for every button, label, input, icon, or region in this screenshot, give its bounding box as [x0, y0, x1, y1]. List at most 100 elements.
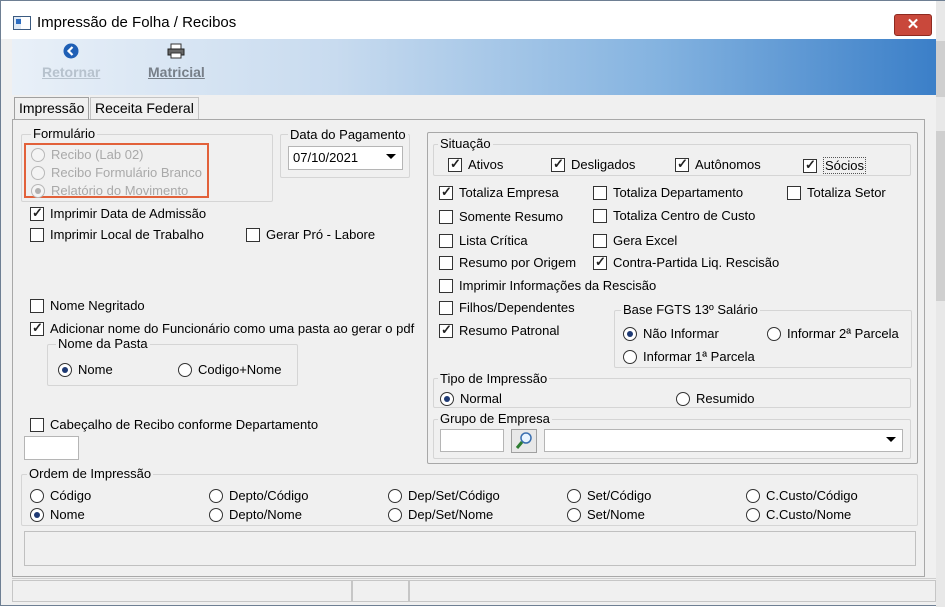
ordem-codigo-radio[interactable]: Código: [30, 488, 91, 503]
ordem-option-label: Nome: [50, 507, 85, 522]
ordem-option-label: Depto/Código: [229, 488, 309, 503]
lista-critica-label: Lista Crítica: [459, 233, 528, 248]
checkbox-indicator: [439, 255, 453, 270]
radio-indicator: [58, 362, 72, 377]
retornar-label: Retornar: [42, 64, 101, 80]
adicionar-nome-pasta-label: Adicionar nome do Funcionário como uma p…: [50, 321, 415, 336]
ordem-ccusto-codigo-radio[interactable]: C.Custo/Código: [746, 488, 858, 503]
ordem-ccusto-nome-radio[interactable]: C.Custo/Nome: [746, 507, 851, 522]
filhos-dependentes-checkbox[interactable]: Filhos/Dependentes: [439, 300, 575, 315]
chevron-down-icon[interactable]: [386, 154, 396, 159]
tab-receita-federal[interactable]: Receita Federal: [90, 97, 199, 119]
radio-indicator: [388, 507, 402, 522]
totaliza-empresa-checkbox[interactable]: Totaliza Empresa: [439, 184, 559, 200]
matricial-button[interactable]: Matricial: [148, 43, 205, 80]
ordem-set-nome-radio[interactable]: Set/Nome: [567, 507, 645, 522]
checkbox-indicator: [803, 157, 817, 173]
relatorio-movimento-radio[interactable]: Relatório do Movimento: [31, 183, 188, 198]
tipo-resumido-radio[interactable]: Resumido: [676, 391, 755, 406]
lista-critica-checkbox[interactable]: Lista Crítica: [439, 233, 528, 248]
socios-label: Sócios: [823, 157, 867, 174]
checkbox-indicator: [593, 254, 607, 270]
recibo-lab02-radio[interactable]: Recibo (Lab 02): [31, 147, 144, 162]
grupo-empresa-search-button[interactable]: [511, 429, 537, 453]
gera-excel-checkbox[interactable]: Gera Excel: [593, 233, 677, 248]
ordem-set-codigo-radio[interactable]: Set/Código: [567, 488, 651, 503]
somente-resumo-checkbox[interactable]: Somente Resumo: [439, 209, 563, 224]
ativos-label: Ativos: [468, 157, 504, 172]
adicionar-nome-pasta-checkbox[interactable]: Adicionar nome do Funcionário como uma p…: [30, 320, 415, 336]
main-window: Impressão de Folha / Recibos ✕ Retornar …: [0, 0, 945, 607]
tab-impressao[interactable]: Impressão: [14, 97, 90, 119]
radio-indicator: [31, 147, 45, 162]
pasta-nome-radio[interactable]: Nome: [58, 362, 113, 377]
totaliza-departamento-checkbox[interactable]: Totaliza Departamento: [593, 185, 743, 200]
checkbox-indicator: [675, 156, 689, 172]
recibo-formulario-branco-radio[interactable]: Recibo Formulário Branco: [31, 165, 202, 180]
nome-negritado-label: Nome Negritado: [50, 298, 145, 313]
contra-partida-checkbox[interactable]: Contra-Partida Liq. Rescisão: [593, 254, 779, 270]
ordem-option-label: Dep/Set/Nome: [408, 507, 494, 522]
status-cell: [12, 580, 352, 602]
checkbox-indicator: [246, 227, 260, 242]
cabecalho-departamento-checkbox[interactable]: Cabeçalho de Recibo conforme Departament…: [30, 417, 318, 432]
departamento-code-input[interactable]: [24, 436, 79, 460]
ordem-dep-set-nome-radio[interactable]: Dep/Set/Nome: [388, 507, 493, 522]
fgts-nao-informar-radio[interactable]: Não Informar: [623, 326, 719, 341]
autonomos-checkbox[interactable]: Autônomos: [675, 156, 761, 172]
checkbox-indicator: [30, 320, 44, 336]
formulario-title: Formulário: [31, 126, 98, 141]
checkbox-indicator: [30, 298, 44, 313]
imprimir-admissao-checkbox[interactable]: Imprimir Data de Admissão: [30, 205, 206, 221]
fgts-primeira-parcela-radio[interactable]: Informar 1ª Parcela: [623, 349, 755, 364]
ordem-option-label: C.Custo/Nome: [766, 507, 852, 522]
close-button[interactable]: ✕: [894, 14, 932, 36]
ordem-option-label: Dep/Set/Código: [408, 488, 500, 503]
nome-negritado-checkbox[interactable]: Nome Negritado: [30, 298, 145, 313]
checkbox-indicator: [593, 185, 607, 200]
pagamento-date-input[interactable]: 07/10/2021: [288, 146, 403, 170]
totaliza-centro-custo-label: Totaliza Centro de Custo: [613, 208, 756, 223]
retornar-button[interactable]: Retornar: [42, 43, 100, 80]
chevron-down-icon[interactable]: [886, 437, 896, 442]
totaliza-centro-custo-checkbox[interactable]: Totaliza Centro de Custo: [593, 208, 755, 223]
checkbox-indicator: [439, 322, 453, 338]
tipo-resumido-label: Resumido: [696, 391, 755, 406]
totaliza-setor-checkbox[interactable]: Totaliza Setor: [787, 185, 886, 200]
recibo-formulario-branco-label: Recibo Formulário Branco: [51, 165, 203, 180]
ordem-depto-nome-radio[interactable]: Depto/Nome: [209, 507, 302, 522]
radio-indicator: [746, 488, 760, 503]
ordem-dep-set-codigo-radio[interactable]: Dep/Set/Código: [388, 488, 500, 503]
grupo-empresa-select[interactable]: [544, 429, 903, 452]
imprimir-informacoes-rescisao-label: Imprimir Informações da Rescisão: [459, 278, 657, 293]
imprimir-informacoes-rescisao-checkbox[interactable]: Imprimir Informações da Rescisão: [439, 278, 656, 293]
radio-indicator: [388, 488, 402, 503]
status-bar: [12, 578, 936, 602]
gerar-pro-labore-checkbox[interactable]: Gerar Pró - Labore: [246, 227, 375, 242]
ordem-nome-radio[interactable]: Nome: [30, 507, 85, 522]
checkbox-indicator: [787, 185, 801, 200]
fgts-segunda-parcela-radio[interactable]: Informar 2ª Parcela: [767, 326, 899, 341]
radio-indicator: [209, 507, 223, 522]
resumo-origem-label: Resumo por Origem: [459, 255, 577, 270]
ordem-option-label: C.Custo/Código: [766, 488, 858, 503]
resumo-origem-checkbox[interactable]: Resumo por Origem: [439, 255, 576, 270]
desligados-checkbox[interactable]: Desligados: [551, 156, 635, 172]
imprimir-local-checkbox[interactable]: Imprimir Local de Trabalho: [30, 227, 204, 242]
ativos-checkbox[interactable]: Ativos: [448, 156, 504, 172]
radio-indicator: [746, 507, 760, 522]
filhos-dependentes-label: Filhos/Dependentes: [459, 300, 575, 315]
somente-resumo-label: Somente Resumo: [459, 209, 564, 224]
situacao-title: Situação: [438, 136, 493, 151]
pasta-codigo-nome-radio[interactable]: Codigo+Nome: [178, 362, 281, 377]
fgts-nao-informar-label: Não Informar: [643, 326, 719, 341]
ordem-depto-codigo-radio[interactable]: Depto/Código: [209, 488, 309, 503]
message-area: [24, 531, 916, 566]
resumo-patronal-checkbox[interactable]: Resumo Patronal: [439, 322, 559, 338]
totaliza-setor-label: Totaliza Setor: [807, 185, 886, 200]
socios-checkbox[interactable]: Sócios: [803, 157, 867, 174]
back-arrow-icon: [63, 43, 79, 59]
grupo-empresa-code-input[interactable]: [440, 429, 504, 452]
tipo-normal-radio[interactable]: Normal: [440, 391, 502, 406]
radio-indicator: [440, 391, 454, 406]
